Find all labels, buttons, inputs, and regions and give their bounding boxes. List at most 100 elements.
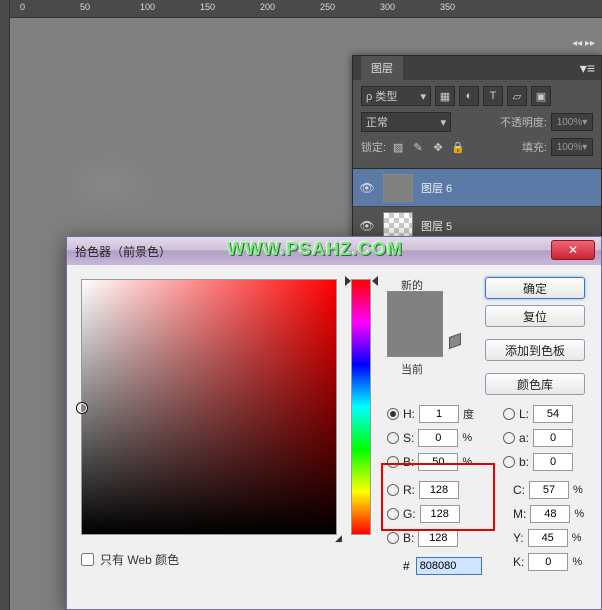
dialog-title: 拾色器（前景色） — [75, 243, 171, 260]
layers-panel: ◂◂ ▸▸ 图层 ▾≡ ρ 类型▾ ▦ ◐ T ▱ ▣ 正常▾ 不透明度: 10… — [352, 55, 602, 246]
a-input[interactable] — [533, 429, 573, 447]
opacity-value[interactable]: 100%▾ — [551, 113, 593, 131]
chevron-down-icon: ▾ — [420, 90, 426, 103]
web-only-checkbox[interactable] — [81, 553, 94, 566]
lock-brush-icon[interactable]: ✎ — [410, 139, 426, 155]
l-radio[interactable] — [503, 408, 515, 420]
layer-filter-select[interactable]: ρ 类型▾ — [361, 86, 431, 106]
color-library-button[interactable]: 颜色库 — [485, 373, 585, 395]
ruler-mark: 100 — [140, 2, 155, 12]
c-field: C:% — [513, 481, 583, 499]
current-color-label: 当前 — [401, 361, 423, 377]
color-picker-dialog: 拾色器（前景色） WWW.PSAHZ.COM ✕ ◢ 新的 当前 确定 复位 添… — [66, 236, 602, 610]
l-field: L: — [503, 405, 573, 423]
ruler-mark: 0 — [20, 2, 25, 12]
ruler-mark: 200 — [260, 2, 275, 12]
h-input[interactable] — [419, 405, 459, 423]
close-button[interactable]: ✕ — [551, 240, 595, 260]
s-input[interactable] — [418, 429, 458, 447]
m-input[interactable] — [530, 505, 570, 523]
hex-field: # — [403, 557, 482, 575]
layer-list: 👁 图层 6 👁 图层 5 — [353, 168, 601, 245]
ruler-mark: 250 — [320, 2, 335, 12]
ruler-horizontal: 0 50 100 150 200 250 300 350 — [10, 0, 602, 18]
dialog-titlebar[interactable]: 拾色器（前景色） WWW.PSAHZ.COM ✕ — [67, 237, 601, 265]
color-cube-icon[interactable] — [449, 335, 463, 349]
k-input[interactable] — [528, 553, 568, 571]
pct: % — [462, 432, 472, 444]
filter-type-icon[interactable]: T — [483, 86, 503, 106]
color-preview — [387, 291, 443, 357]
layers-tab[interactable]: 图层 — [361, 56, 403, 80]
web-only-label: 只有 Web 颜色 — [100, 551, 179, 568]
g-field: G: — [387, 505, 460, 523]
filter-pixel-icon[interactable]: ▦ — [435, 86, 455, 106]
chevron-down-icon: ▾ — [440, 116, 446, 129]
rgb-b-field: B: — [387, 529, 458, 547]
close-icon: ✕ — [568, 243, 578, 257]
rgb-b-input[interactable] — [418, 529, 458, 547]
layer-row[interactable]: 👁 图层 6 — [353, 169, 601, 207]
fill-value[interactable]: 100%▾ — [551, 138, 593, 156]
visibility-eye-icon[interactable]: 👁 — [359, 181, 375, 195]
l-input[interactable] — [533, 405, 573, 423]
b-field: B: % — [387, 453, 472, 471]
ruler-mark: 300 — [380, 2, 395, 12]
saturation-value-box[interactable] — [81, 279, 337, 535]
y-input[interactable] — [528, 529, 568, 547]
filter-shape-icon[interactable]: ▱ — [507, 86, 527, 106]
lock-move-icon[interactable]: ✥ — [430, 139, 446, 155]
ruler-mark: 150 — [200, 2, 215, 12]
blend-mode-select[interactable]: 正常▾ — [361, 112, 451, 132]
lab-b-field: b: — [503, 453, 573, 471]
s-field: S: % — [387, 429, 472, 447]
sv-cursor[interactable] — [77, 403, 87, 413]
lock-transparent-icon[interactable]: ▨ — [390, 139, 406, 155]
hex-input[interactable] — [416, 557, 482, 575]
hue-slider[interactable] — [351, 279, 371, 535]
h-field: H: 度 — [387, 405, 474, 423]
b-input[interactable] — [418, 453, 458, 471]
opacity-label: 不透明度: — [500, 114, 547, 130]
add-swatch-button[interactable]: 添加到色板 — [485, 339, 585, 361]
a-radio[interactable] — [503, 432, 515, 444]
ok-button[interactable]: 确定 — [485, 277, 585, 299]
m-field: M:% — [513, 505, 584, 523]
layer-name[interactable]: 图层 5 — [421, 218, 452, 234]
hue-arrow-right-icon[interactable] — [372, 276, 378, 286]
lab-b-radio[interactable] — [503, 456, 515, 468]
r-radio[interactable] — [387, 484, 399, 496]
g-radio[interactable] — [387, 508, 399, 520]
web-only-checkbox-row: 只有 Web 颜色 — [81, 551, 179, 568]
y-field: Y:% — [513, 529, 581, 547]
hex-label: # — [403, 559, 410, 573]
panel-collapse-icon[interactable]: ◂◂ ▸▸ — [572, 38, 595, 49]
reset-button[interactable]: 复位 — [485, 305, 585, 327]
r-field: R: — [387, 481, 459, 499]
visibility-eye-icon[interactable]: 👁 — [359, 219, 375, 233]
pct: % — [462, 456, 472, 468]
fill-label: 填充: — [522, 139, 547, 155]
b-radio[interactable] — [387, 456, 399, 468]
c-input[interactable] — [529, 481, 569, 499]
ruler-mark: 350 — [440, 2, 455, 12]
a-field: a: — [503, 429, 573, 447]
r-input[interactable] — [419, 481, 459, 499]
current-color-swatch[interactable] — [388, 324, 442, 356]
layer-thumbnail[interactable] — [383, 174, 413, 202]
watermark-text: WWW.PSAHZ.COM — [227, 239, 403, 260]
lock-all-icon[interactable]: 🔒 — [450, 139, 466, 155]
filter-smart-icon[interactable]: ▣ — [531, 86, 551, 106]
hue-arrow-left-icon[interactable] — [345, 276, 351, 286]
new-color-swatch — [388, 292, 442, 324]
panel-menu-icon[interactable]: ▾≡ — [580, 60, 595, 77]
s-radio[interactable] — [387, 432, 399, 444]
h-radio[interactable] — [387, 408, 399, 420]
layer-name[interactable]: 图层 6 — [421, 180, 452, 196]
lab-b-input[interactable] — [533, 453, 573, 471]
filter-adjust-icon[interactable]: ◐ — [459, 86, 479, 106]
g-input[interactable] — [420, 505, 460, 523]
rgb-b-radio[interactable] — [387, 532, 399, 544]
k-field: K:% — [513, 553, 582, 571]
lock-label: 锁定: — [361, 139, 386, 155]
